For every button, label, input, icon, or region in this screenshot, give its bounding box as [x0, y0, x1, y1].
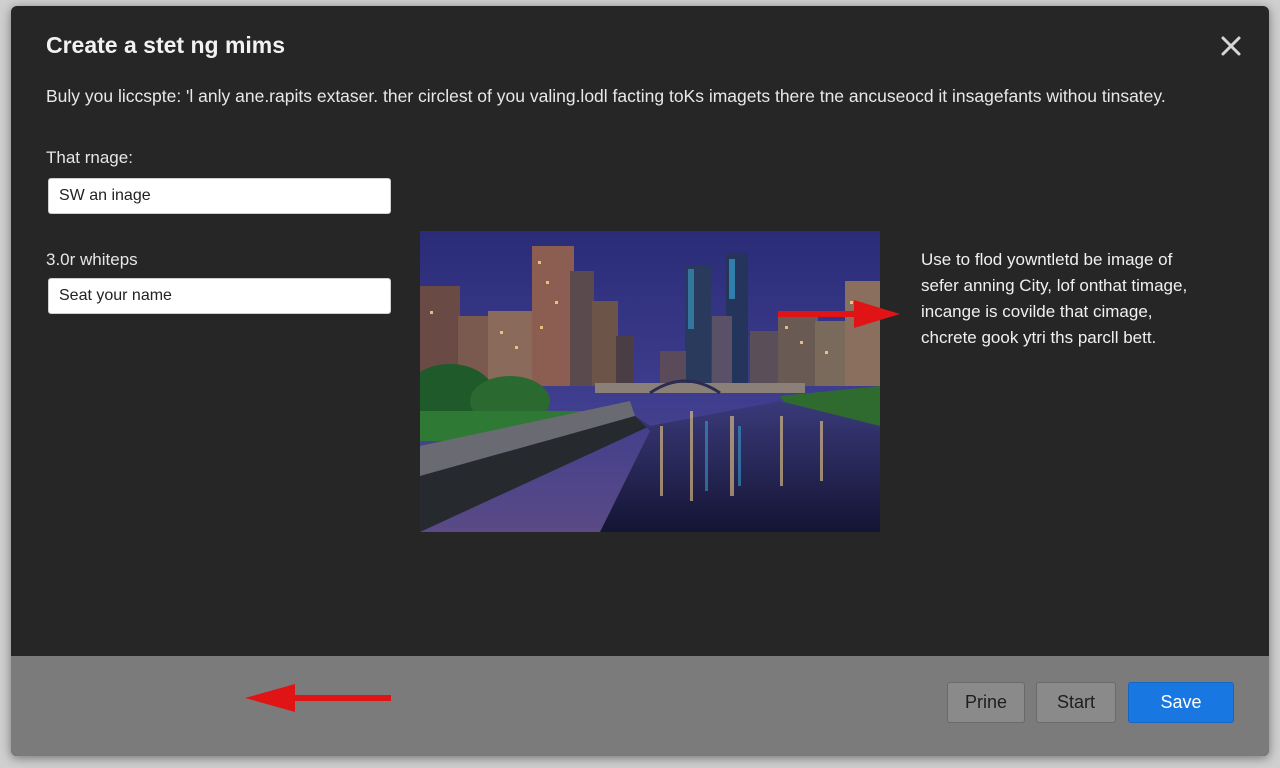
image-side-note: Use to flod yowntletd be image of sefer …: [921, 247, 1241, 351]
side-note-line: Use to flod yowntletd be image of: [921, 250, 1173, 269]
city-preview-image: [420, 231, 880, 532]
image-input[interactable]: [48, 178, 391, 214]
image-field-label: That rnage:: [46, 148, 133, 167]
start-button[interactable]: Start: [1036, 682, 1116, 723]
save-button[interactable]: Save: [1128, 682, 1234, 723]
dialog-description: Buly you liccspte: 'l anly ane.rapits ex…: [46, 86, 1166, 106]
dialog-title: Create a stet ng mims: [46, 32, 286, 58]
side-note-line: sefer anning City, lof onthat timage,: [921, 276, 1188, 295]
side-note-line: incange is covilde that cimage,: [921, 302, 1153, 321]
arrow-right-icon: [778, 300, 900, 328]
name-input[interactable]: [48, 278, 391, 314]
close-icon: [1221, 36, 1241, 56]
prine-button[interactable]: Prine: [947, 682, 1025, 723]
name-field-label: 3.0r whiteps: [46, 250, 138, 269]
arrow-left-icon: [245, 684, 391, 712]
dialog: Create a stet ng mims Buly you liccspte:…: [11, 6, 1269, 756]
side-note-line: chcrete gook ytri ths parcll bett.: [921, 328, 1157, 347]
close-button[interactable]: [1213, 28, 1249, 64]
